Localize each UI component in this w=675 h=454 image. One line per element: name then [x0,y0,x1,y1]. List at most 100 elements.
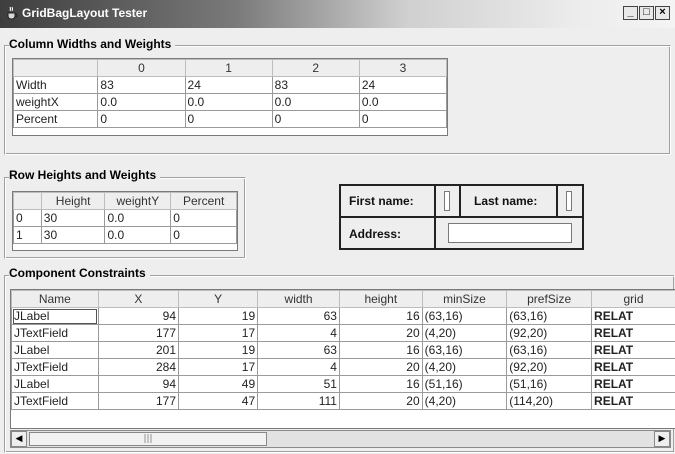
width-cell[interactable]: 63 [257,341,340,359]
row-percent-cell[interactable]: 0 [170,209,237,227]
minsize-cell[interactable]: (4,20) [421,392,508,410]
name-cell[interactable]: JLabel [11,375,99,393]
width-cell[interactable]: 4 [257,324,340,342]
table-row[interactable]: Width 83 24 83 24 [13,76,447,94]
table-cell[interactable]: 0.0 [184,93,273,111]
prefsize-cell[interactable]: (51,16) [506,375,593,393]
table-cell[interactable]: 24 [184,76,273,94]
y-cell[interactable]: 47 [178,392,259,410]
table-row[interactable]: JTextField 177 17 4 20 (4,20) (92,20) RELAT [11,324,675,342]
x-cell[interactable]: 177 [97,392,180,410]
column-widths-table[interactable]: 0 1 2 3 Width 83 24 83 24 weightX 0.0 0.0 0.0 0.0… [12,58,448,136]
height-cell[interactable]: 16 [338,307,423,325]
col-header-0[interactable]: 0 [97,59,186,77]
x-cell[interactable]: 177 [97,324,180,342]
minsize-cell[interactable]: (63,16) [421,307,508,325]
prefsize-cell[interactable]: (114,20) [506,392,593,410]
header-height[interactable]: height [338,290,423,308]
prefsize-cell[interactable]: (92,20) [506,324,593,342]
first-name-field[interactable] [444,191,450,211]
name-cell[interactable]: JLabel [11,341,99,359]
table-row[interactable]: Percent 0 0 0 0 [13,110,447,128]
x-cell[interactable]: 284 [97,358,180,376]
table-row[interactable]: JLabel 201 19 63 16 (63,16) (63,16) RELAT [11,341,675,359]
row-header-weighty[interactable]: weightY [104,192,172,210]
height-cell[interactable]: 16 [338,375,423,393]
row-weighty-cell[interactable]: 0.0 [104,226,172,244]
name-cell[interactable]: JTextField [11,324,99,342]
title-bar[interactable]: GridBagLayout Tester _ □ × [0,0,675,28]
header-prefsize[interactable]: prefSize [506,290,593,308]
table-cell[interactable]: 0.0 [358,93,447,111]
width-cell[interactable]: 63 [257,307,340,325]
horizontal-scrollbar[interactable]: ◀ ||| ▶ [10,430,671,448]
address-field[interactable] [448,223,572,243]
table-row[interactable]: JLabel 94 49 51 16 (51,16) (51,16) RELAT [11,375,675,393]
table-cell[interactable]: 0 [271,110,360,128]
row-height-cell[interactable]: 30 [40,209,106,227]
header-grid[interactable]: grid [591,290,675,308]
minsize-cell[interactable]: (4,20) [421,358,508,376]
table-row[interactable]: JLabel 94 19 63 16 (63,16) (63,16) RELAT [11,307,675,325]
grid-cell[interactable]: RELAT [591,358,675,376]
minimize-button[interactable]: _ [623,6,638,20]
width-cell[interactable]: 51 [257,375,340,393]
width-cell[interactable]: 111 [257,392,340,410]
x-cell[interactable]: 94 [97,307,180,325]
name-cell[interactable]: JTextField [11,392,99,410]
table-cell[interactable]: 24 [358,76,447,94]
header-y[interactable]: Y [178,290,259,308]
col-header-2[interactable]: 2 [271,59,360,77]
grid-cell[interactable]: RELAT [591,341,675,359]
row-heights-table[interactable]: Height weightY Percent 0 30 0.0 0 1 30 0.0 0 [12,191,238,251]
y-cell[interactable]: 19 [178,307,259,325]
minsize-cell[interactable]: (4,20) [421,324,508,342]
height-cell[interactable]: 16 [338,341,423,359]
prefsize-cell[interactable]: (63,16) [506,341,593,359]
y-cell[interactable]: 17 [178,324,259,342]
row-height-cell[interactable]: 30 [40,226,106,244]
y-cell[interactable]: 49 [178,375,259,393]
name-cell[interactable]: JLabel [11,307,99,325]
row-header-percent[interactable]: Percent [170,192,237,210]
table-cell[interactable]: 0 [184,110,273,128]
table-row[interactable]: JTextField 177 47 111 20 (4,20) (114,20) RELAT [11,392,675,410]
table-cell[interactable]: 0 [358,110,447,128]
x-cell[interactable]: 94 [97,375,180,393]
minsize-cell[interactable]: (51,16) [421,375,508,393]
table-row[interactable]: JTextField 284 17 4 20 (4,20) (92,20) RELAT [11,358,675,376]
prefsize-cell[interactable]: (63,16) [506,307,593,325]
row-percent-cell[interactable]: 0 [170,226,237,244]
last-name-field[interactable] [566,191,572,211]
close-button[interactable]: × [655,6,670,20]
table-row[interactable]: weightX 0.0 0.0 0.0 0.0 [13,93,447,111]
header-width[interactable]: width [257,290,340,308]
maximize-button[interactable]: □ [639,6,654,20]
header-name[interactable]: Name [11,290,99,308]
grid-cell[interactable]: RELAT [591,324,675,342]
height-cell[interactable]: 20 [338,358,423,376]
table-cell[interactable]: 0.0 [97,93,186,111]
table-cell[interactable]: 83 [97,76,186,94]
y-cell[interactable]: 19 [178,341,259,359]
x-cell[interactable]: 201 [97,341,180,359]
table-cell[interactable]: 0 [97,110,186,128]
table-row[interactable]: 0 30 0.0 0 [13,209,237,227]
grid-cell[interactable]: RELAT [591,375,675,393]
prefsize-cell[interactable]: (92,20) [506,358,593,376]
constraints-table[interactable]: Name X Y width height minSize prefSize g… [10,289,675,429]
table-cell[interactable]: 0.0 [271,93,360,111]
scroll-left-button[interactable]: ◀ [11,431,27,447]
header-x[interactable]: X [97,290,180,308]
header-minsize[interactable]: minSize [421,290,508,308]
grid-cell[interactable]: RELAT [591,392,675,410]
scroll-thumb[interactable]: ||| [29,432,267,446]
height-cell[interactable]: 20 [338,392,423,410]
col-header-3[interactable]: 3 [358,59,447,77]
col-header-1[interactable]: 1 [184,59,273,77]
grid-cell[interactable]: RELAT [591,307,675,325]
y-cell[interactable]: 17 [178,358,259,376]
table-cell[interactable]: 83 [271,76,360,94]
minsize-cell[interactable]: (63,16) [421,341,508,359]
row-weighty-cell[interactable]: 0.0 [104,209,172,227]
